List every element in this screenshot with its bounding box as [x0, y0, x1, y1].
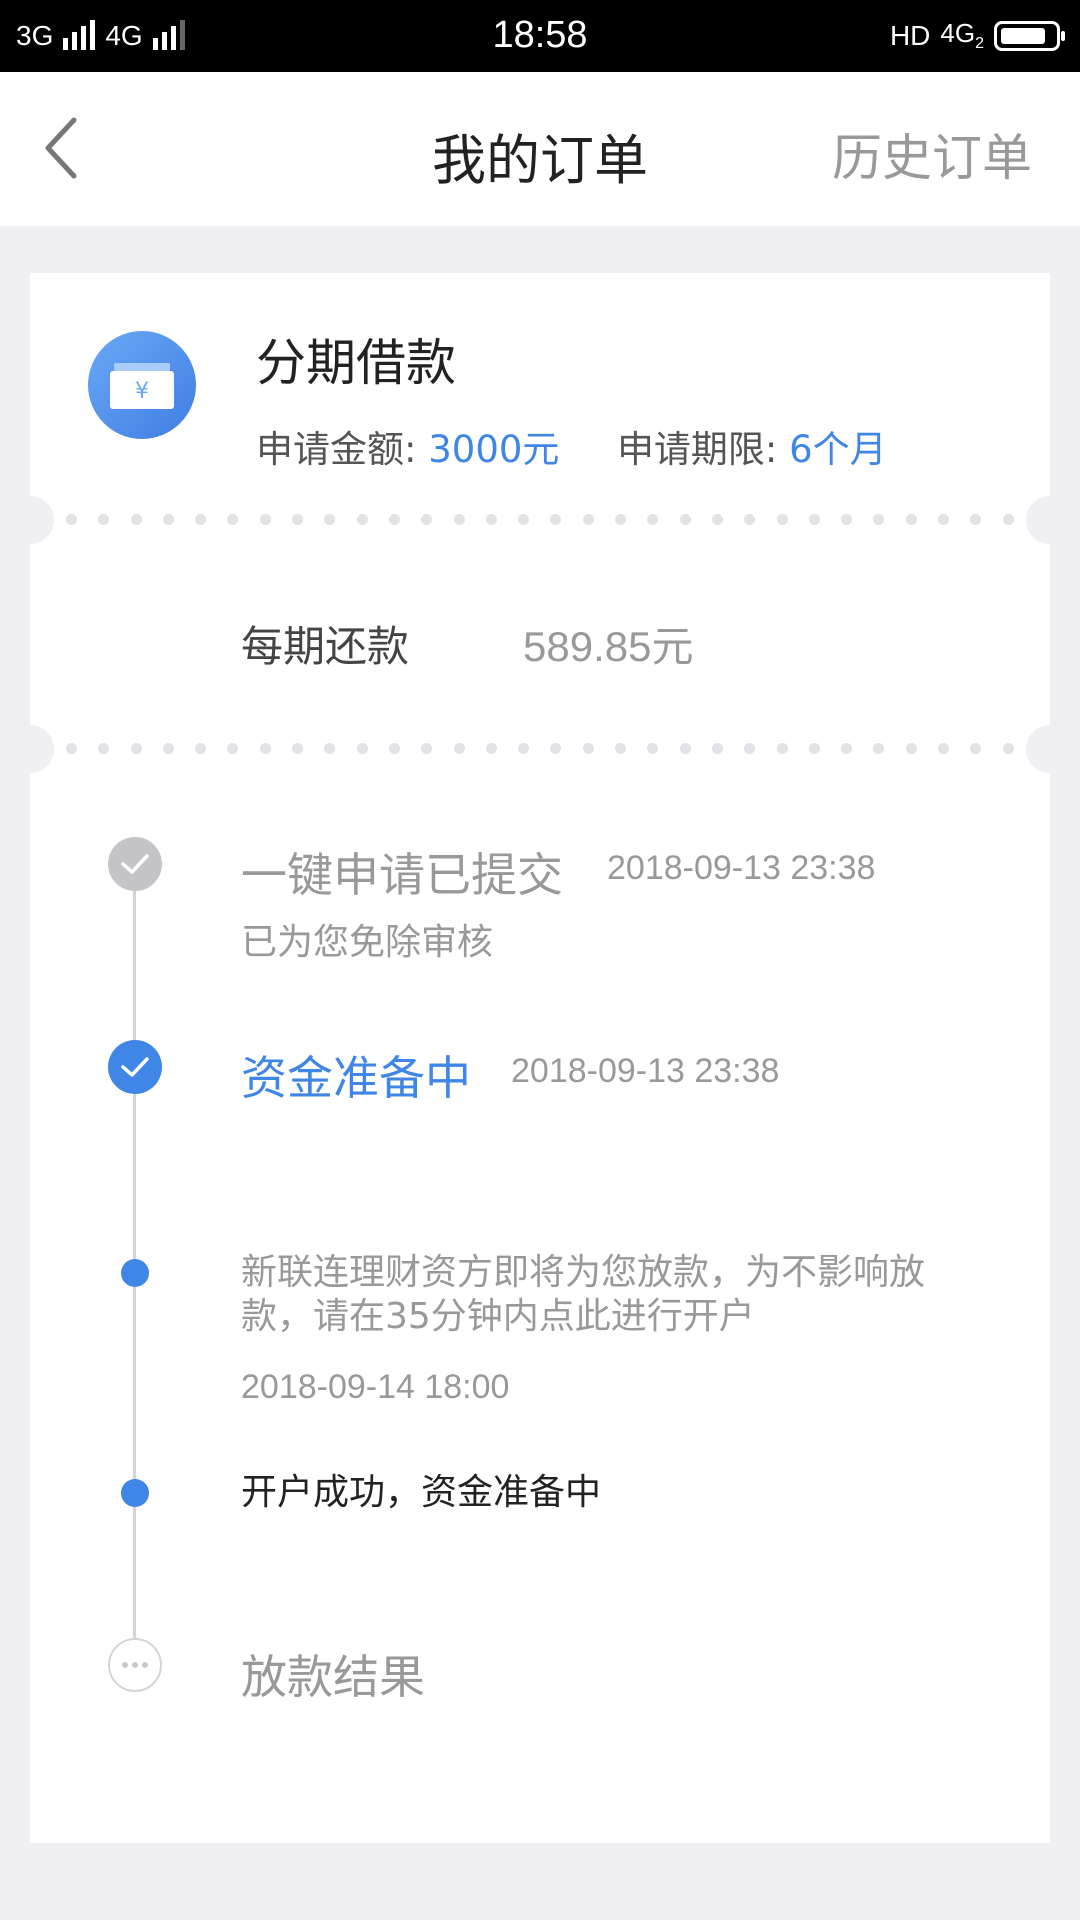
amount-value: 3000元: [428, 428, 560, 471]
timeline-dot: [121, 1259, 149, 1287]
separator-dot: [905, 514, 917, 525]
term-value: 6个月: [789, 428, 887, 471]
separator-dot: [711, 743, 723, 754]
svg-text:¥: ¥: [135, 379, 149, 404]
separator-dot: [938, 514, 950, 525]
separator-dot: [582, 514, 594, 525]
separator-dot: [841, 743, 853, 754]
repayment-value: 589.85元: [523, 623, 694, 670]
separator-dot: [1002, 514, 1014, 525]
separator-dot: [938, 743, 950, 754]
product-title: 分期借款: [256, 334, 456, 392]
separator-dot: [388, 514, 400, 525]
check-icon: [108, 837, 162, 891]
status-bar: 3G 4G 18:58 HD 4G2: [0, 0, 1080, 72]
step-time-funding: 2018-09-13 23:38: [511, 1052, 780, 1090]
step-title-result: 放款结果: [241, 1650, 425, 1704]
separator-dot: [292, 743, 304, 754]
step-title-submitted: 一键申请已提交: [241, 848, 563, 902]
account-opened-text: 开户成功，资金准备中: [241, 1472, 602, 1513]
account-open-link[interactable]: 新联连理财资方即将为您放款，为不影响放款，请在35分钟内点此进行开户: [241, 1251, 961, 1339]
separator-dot: [808, 743, 820, 754]
separator-dot: [518, 743, 530, 754]
separator-dot: [66, 514, 77, 525]
history-orders-button[interactable]: 历史订单: [832, 118, 1032, 190]
step-title-funding: 资金准备中: [241, 1051, 471, 1105]
separator-dot: [66, 743, 77, 754]
amount-label: 申请金额:: [256, 428, 417, 471]
separator-dot: [453, 743, 465, 754]
separator-dot: [679, 514, 691, 525]
separator-dot: [744, 514, 756, 525]
separator-dot: [195, 514, 207, 525]
separator-dot: [162, 743, 174, 754]
separator-dot: [808, 514, 820, 525]
nav-bar: 我的订单 历史订单: [0, 72, 1080, 226]
separator-dot: [98, 743, 110, 754]
status-right: HD 4G2: [889, 14, 1065, 58]
separator-dot: [647, 743, 659, 754]
separator-dot: [98, 514, 110, 525]
separator-dot: [356, 514, 368, 525]
hd-label: HD: [889, 20, 931, 51]
separator-dot: [356, 743, 368, 754]
more-icon: [108, 1638, 162, 1692]
battery-icon: [994, 21, 1065, 51]
separator-dot: [259, 743, 271, 754]
separator-dot: [388, 743, 400, 754]
separator-dot: [647, 514, 659, 525]
substep-time: 2018-09-14 18:00: [241, 1368, 510, 1406]
separator-dot: [227, 514, 239, 525]
separator-dot: [550, 514, 562, 525]
ticket-divider-2: [6, 724, 1074, 774]
separator-dot: [582, 743, 594, 754]
separator-dot: [873, 514, 885, 525]
step-sub-submitted: 已为您免除审核: [241, 922, 494, 963]
separator-dot: [711, 514, 723, 525]
separator-dot: [550, 743, 562, 754]
separator-dot: [615, 743, 627, 754]
separator-dot: [130, 743, 142, 754]
separator-dot: [259, 514, 271, 525]
check-icon-active: [108, 1040, 162, 1094]
timeline-dot-2: [121, 1479, 149, 1507]
step-time-submitted: 2018-09-13 23:38: [607, 849, 876, 887]
separator-dot: [453, 514, 465, 525]
separator-dot: [292, 514, 304, 525]
separator-dot: [776, 514, 788, 525]
network-4g-icon: 4G2: [940, 18, 984, 53]
separator-dot: [195, 743, 207, 754]
separator-dot: [324, 743, 336, 754]
separator-dot: [518, 514, 530, 525]
ticket-divider: [6, 495, 1074, 545]
separator-dot: [130, 514, 142, 525]
separator-dot: [324, 514, 336, 525]
separator-dot: [841, 514, 853, 525]
separator-dot: [615, 514, 627, 525]
separator-dot: [162, 514, 174, 525]
separator-dot: [905, 743, 917, 754]
separator-dot: [485, 743, 497, 754]
separator-dot: [485, 514, 497, 525]
separator-dot: [227, 743, 239, 754]
separator-dot: [873, 743, 885, 754]
separator-dot: [1002, 743, 1014, 754]
separator-dot: [970, 743, 982, 754]
separator-dot: [421, 514, 433, 525]
order-card: ¥ 分期借款 申请金额: 3000元 申请期限: 6个月 每期还款 589.85…: [6, 273, 1074, 1843]
separator-dot: [679, 743, 691, 754]
separator-dot: [421, 743, 433, 754]
term-label: 申请期限:: [616, 428, 778, 471]
wallet-yuan-icon: ¥: [88, 331, 196, 439]
product-meta: 申请金额: 3000元 申请期限: 6个月: [256, 419, 887, 473]
separator-dot: [776, 743, 788, 754]
separator-dot: [744, 743, 756, 754]
separator-dot: [970, 514, 982, 525]
repayment-label: 每期还款: [241, 622, 410, 671]
